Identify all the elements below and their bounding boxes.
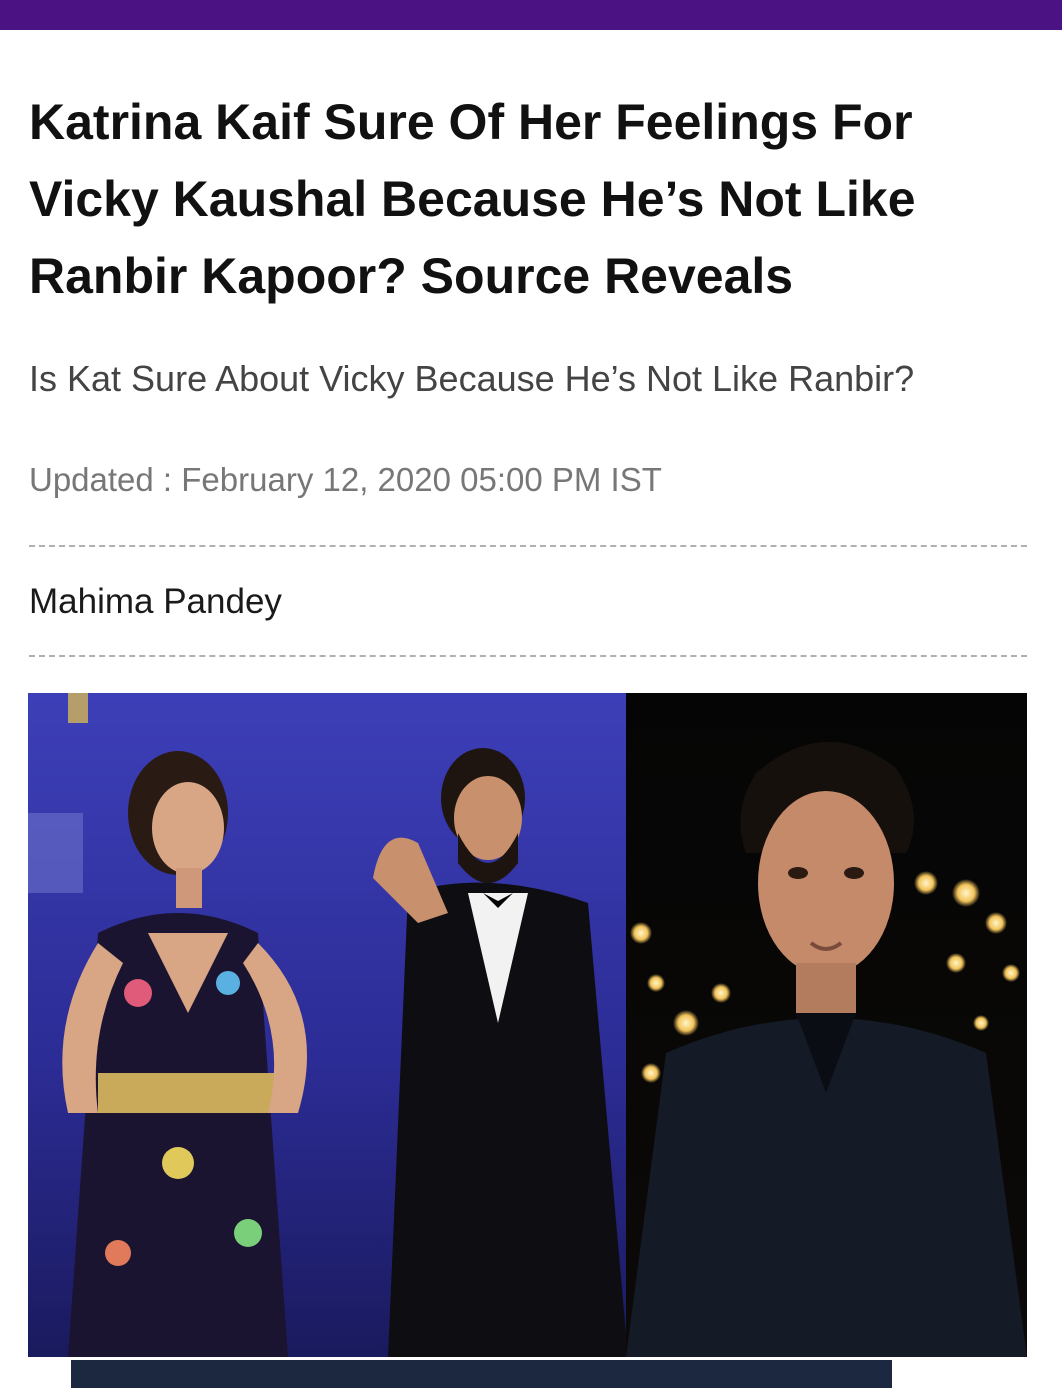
article-subheading: Is Kat Sure About Vicky Because He’s Not…: [29, 358, 915, 399]
bottom-banner-strip: [71, 1360, 892, 1388]
divider-bottom: [29, 655, 1027, 657]
top-bar: [0, 0, 1062, 30]
updated-timestamp: Updated : February 12, 2020 05:00 PM IST: [29, 461, 662, 498]
author-name[interactable]: Mahima Pandey: [29, 580, 282, 624]
divider-top: [29, 545, 1027, 547]
hero-image-right-panel: [626, 693, 1027, 1357]
article-headline: Katrina Kaif Sure Of Her Feelings For Vi…: [29, 94, 916, 304]
hero-image[interactable]: [28, 693, 1027, 1357]
